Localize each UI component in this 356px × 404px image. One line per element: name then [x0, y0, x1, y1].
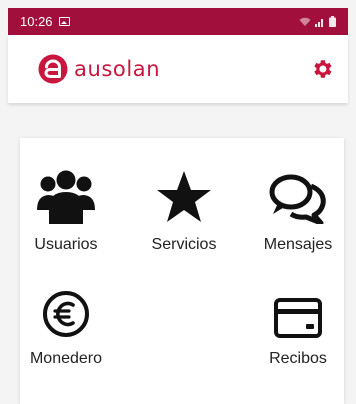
tile-label: Usuarios: [34, 236, 98, 253]
tile-label: Recibos: [269, 350, 327, 367]
tile-label: Monedero: [29, 350, 103, 367]
users-icon: [37, 170, 95, 224]
tile-monedero[interactable]: Monedero: [12, 280, 120, 368]
tile-label: Servicios: [151, 236, 217, 253]
app-bar: ausolan: [8, 35, 348, 103]
status-time: 10:26: [20, 14, 53, 29]
ausolan-logo: ausolan: [38, 54, 160, 84]
tile-label: Mensajes: [263, 236, 333, 253]
logo-text: ausolan: [74, 57, 161, 81]
tile-mensajes[interactable]: Mensajes: [244, 166, 352, 254]
menu-card: Usuarios Servicios Mensajes Monedero Rec…: [20, 138, 344, 404]
credit-card-icon: [274, 298, 322, 338]
tile-usuarios[interactable]: Usuarios: [12, 166, 120, 254]
battery-icon: [329, 16, 336, 27]
chat-bubbles-icon: [269, 174, 326, 224]
euro-icon: [43, 291, 89, 337]
ausolan-logo-mark-icon: [38, 54, 68, 84]
wifi-icon: [299, 17, 311, 26]
signal-icon: [315, 18, 323, 27]
star-icon: [157, 171, 211, 222]
status-bar: 10:26: [8, 8, 348, 35]
tile-servicios[interactable]: Servicios: [130, 166, 238, 254]
gallery-notification-icon: [58, 17, 70, 26]
tile-recibos[interactable]: Recibos: [244, 280, 352, 368]
gear-icon[interactable]: [310, 57, 334, 81]
